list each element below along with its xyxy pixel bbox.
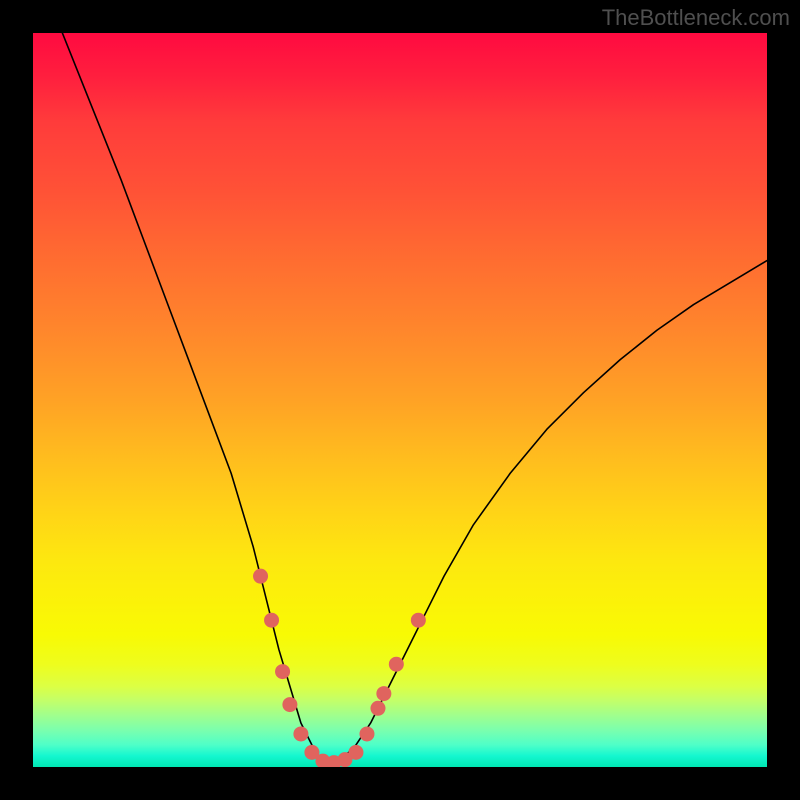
highlight-point — [253, 569, 268, 584]
highlight-markers — [253, 569, 426, 767]
highlight-point — [359, 726, 374, 741]
highlight-point — [275, 664, 290, 679]
highlight-point — [370, 701, 385, 716]
stage: TheBottleneck.com — [0, 0, 800, 800]
highlight-point — [264, 613, 279, 628]
chart-svg — [33, 33, 767, 767]
highlight-point — [411, 613, 426, 628]
watermark-text: TheBottleneck.com — [602, 5, 790, 31]
chart-plot-area — [33, 33, 767, 767]
highlight-point — [376, 686, 391, 701]
highlight-point — [389, 657, 404, 672]
highlight-point — [282, 697, 297, 712]
bottleneck-curve — [62, 33, 767, 763]
highlight-point — [348, 745, 363, 760]
highlight-point — [293, 726, 308, 741]
